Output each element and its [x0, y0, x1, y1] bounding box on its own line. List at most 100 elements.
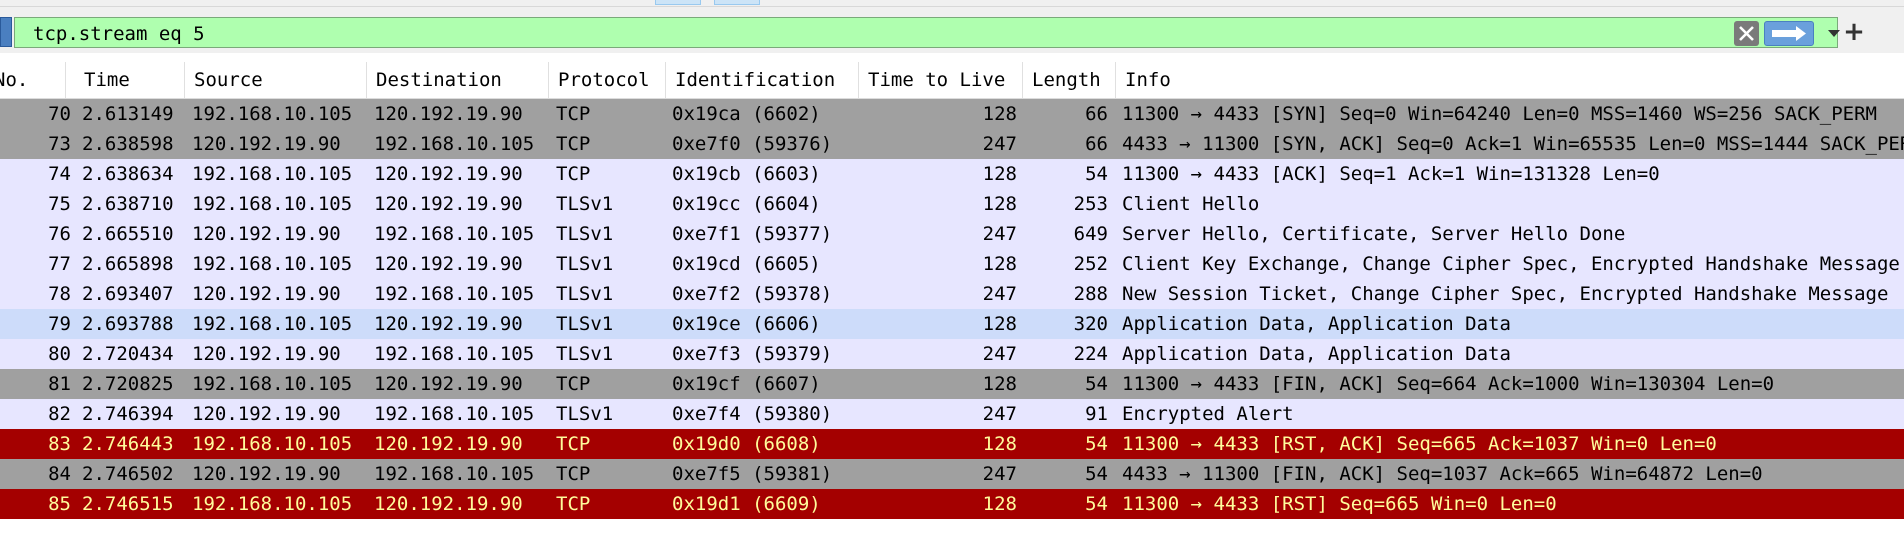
packet-row[interactable]: 80 2.720434 120.192.19.90 192.168.10.105 TLS… — [0, 339, 1904, 369]
packet-destination: 192.168.10.105 — [374, 283, 535, 305]
toolbar-strip — [0, 0, 1904, 7]
packet-number: 73 — [48, 133, 71, 155]
packet-protocol: TCP — [556, 163, 591, 185]
packet-length: 54 — [1085, 373, 1108, 395]
column-header-info[interactable]: Info — [1116, 62, 1904, 98]
packet-source: 120.192.19.90 — [192, 403, 341, 425]
packet-time: 2.638598 — [82, 133, 174, 155]
packet-info: 11300 → 4433 [SYN] Seq=0 Win=64240 Len=0… — [1122, 103, 1877, 125]
packet-row[interactable]: 84 2.746502 120.192.19.90 192.168.10.105 TCP… — [0, 459, 1904, 489]
packet-length: 649 — [1073, 223, 1108, 245]
packet-row[interactable]: 81 2.720825 192.168.10.105 120.192.19.90 TCP… — [0, 369, 1904, 399]
packet-row[interactable]: 78 2.693407 120.192.19.90 192.168.10.105 TLS… — [0, 279, 1904, 309]
display-filter-bar: tcp.stream eq 5 + — [0, 7, 1904, 53]
filter-text[interactable]: tcp.stream eq 5 — [33, 23, 205, 45]
packet-time: 2.665510 — [82, 223, 174, 245]
packet-row[interactable]: 85 2.746515 192.168.10.105 120.192.19.90 TCP… — [0, 489, 1904, 519]
packet-identification: 0x19d1 (6609) — [672, 493, 821, 515]
packet-length: 54 — [1085, 493, 1108, 515]
packet-info: 11300 → 4433 [ACK] Seq=1 Ack=1 Win=13132… — [1122, 163, 1660, 185]
packet-length: 253 — [1073, 193, 1108, 215]
packet-number: 81 — [48, 373, 71, 395]
column-header-no[interactable]: No. — [0, 62, 66, 98]
packet-row[interactable]: 77 2.665898 192.168.10.105 120.192.19.90 TLS… — [0, 249, 1904, 279]
packet-ttl: 247 — [982, 223, 1017, 245]
packet-time: 2.665898 — [82, 253, 174, 275]
packet-number: 77 — [48, 253, 71, 275]
packet-info: 11300 → 4433 [RST] Seq=665 Win=0 Len=0 — [1122, 493, 1557, 515]
packet-number: 75 — [48, 193, 71, 215]
add-filter-button[interactable]: + — [1842, 19, 1866, 45]
packet-time: 2.746443 — [82, 433, 174, 455]
packet-identification: 0xe7f0 (59376) — [672, 133, 833, 155]
packet-source: 120.192.19.90 — [192, 223, 341, 245]
packet-destination: 192.168.10.105 — [374, 403, 535, 425]
column-header-ttl[interactable]: Time to Live — [859, 62, 1023, 98]
packet-protocol: TLSv1 — [556, 313, 614, 335]
packet-identification: 0x19cf (6607) — [672, 373, 821, 395]
packet-info: 11300 → 4433 [RST, ACK] Seq=665 Ack=1037… — [1122, 433, 1717, 455]
packet-length: 66 — [1085, 133, 1108, 155]
packet-info: Client Key Exchange, Change Cipher Spec,… — [1122, 253, 1900, 275]
packet-destination: 120.192.19.90 — [374, 253, 523, 275]
packet-row[interactable]: 73 2.638598 120.192.19.90 192.168.10.105 TCP… — [0, 129, 1904, 159]
packet-row[interactable]: 75 2.638710 192.168.10.105 120.192.19.90 TLS… — [0, 189, 1904, 219]
packet-number: 78 — [48, 283, 71, 305]
bookmark-icon[interactable] — [0, 17, 12, 47]
packet-row[interactable]: 76 2.665510 120.192.19.90 192.168.10.105 TLS… — [0, 219, 1904, 249]
packet-identification: 0x19cc (6604) — [672, 193, 821, 215]
packet-row[interactable]: 70 2.613149 192.168.10.105 120.192.19.90 TCP… — [0, 99, 1904, 129]
column-header-time[interactable]: Time — [75, 62, 185, 98]
packet-number: 70 — [48, 103, 71, 125]
packet-source: 192.168.10.105 — [192, 433, 353, 455]
packet-protocol: TCP — [556, 133, 591, 155]
packet-row[interactable]: 79 2.693788 192.168.10.105 120.192.19.90 TLS… — [0, 309, 1904, 339]
packet-destination: 120.192.19.90 — [374, 433, 523, 455]
column-header-source[interactable]: Source — [185, 62, 367, 98]
toolbar-button[interactable] — [714, 0, 760, 5]
toolbar-button[interactable] — [655, 0, 701, 5]
packet-protocol: TCP — [556, 463, 591, 485]
packet-number: 85 — [48, 493, 71, 515]
packet-info: 4433 → 11300 [SYN, ACK] Seq=0 Ack=1 Win=… — [1122, 133, 1904, 155]
packet-time: 2.720825 — [82, 373, 174, 395]
packet-time: 2.746394 — [82, 403, 174, 425]
packet-identification: 0xe7f5 (59381) — [672, 463, 833, 485]
packet-identification: 0xe7f3 (59379) — [672, 343, 833, 365]
packet-ttl: 128 — [982, 103, 1017, 125]
packet-number: 74 — [48, 163, 71, 185]
packet-source: 120.192.19.90 — [192, 463, 341, 485]
packet-protocol: TCP — [556, 433, 591, 455]
packet-row[interactable]: 82 2.746394 120.192.19.90 192.168.10.105 TLS… — [0, 399, 1904, 429]
packet-length: 54 — [1085, 463, 1108, 485]
column-header-identification[interactable]: Identification — [666, 62, 859, 98]
packet-identification: 0x19d0 (6608) — [672, 433, 821, 455]
packet-ttl: 128 — [982, 253, 1017, 275]
packet-row[interactable]: 83 2.746443 192.168.10.105 120.192.19.90 TCP… — [0, 429, 1904, 459]
packet-destination: 120.192.19.90 — [374, 313, 523, 335]
column-header-protocol[interactable]: Protocol — [549, 62, 666, 98]
packet-info: New Session Ticket, Change Cipher Spec, … — [1122, 283, 1889, 305]
clear-filter-button[interactable] — [1734, 21, 1759, 46]
packet-destination: 192.168.10.105 — [374, 343, 535, 365]
packet-source: 192.168.10.105 — [192, 373, 353, 395]
packet-source: 192.168.10.105 — [192, 193, 353, 215]
packet-destination: 120.192.19.90 — [374, 193, 523, 215]
chevron-down-icon — [1828, 30, 1840, 37]
packet-ttl: 128 — [982, 163, 1017, 185]
packet-row[interactable]: 74 2.638634 192.168.10.105 120.192.19.90 TCP… — [0, 159, 1904, 189]
column-header-length[interactable]: Length — [1023, 62, 1116, 98]
column-header-destination[interactable]: Destination — [367, 62, 549, 98]
packet-length: 54 — [1085, 433, 1108, 455]
packet-number: 83 — [48, 433, 71, 455]
packet-number: 76 — [48, 223, 71, 245]
packet-ttl: 128 — [982, 493, 1017, 515]
packet-ttl: 128 — [982, 313, 1017, 335]
apply-filter-button[interactable] — [1764, 21, 1814, 46]
packet-time: 2.693407 — [82, 283, 174, 305]
packet-time: 2.746502 — [82, 463, 174, 485]
packet-source: 120.192.19.90 — [192, 283, 341, 305]
packet-identification: 0x19cd (6605) — [672, 253, 821, 275]
packet-list-header: No. Time Source Destination Protocol Ide… — [0, 62, 1904, 99]
display-filter-input[interactable]: tcp.stream eq 5 — [14, 17, 1840, 48]
